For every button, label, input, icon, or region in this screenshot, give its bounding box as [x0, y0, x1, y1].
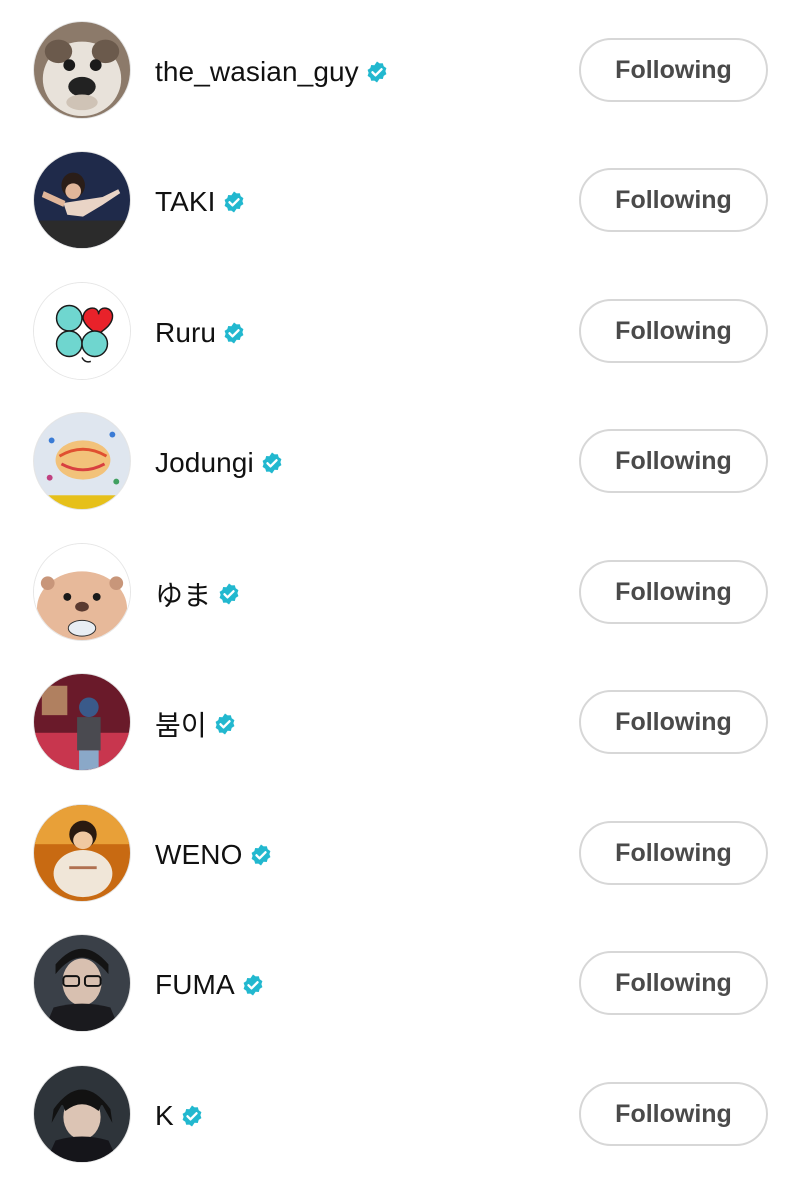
- avatar[interactable]: [33, 1065, 131, 1163]
- list-item[interactable]: TAKI Following: [0, 140, 801, 260]
- toddler-avatar-image: [34, 805, 130, 901]
- avatar[interactable]: [33, 412, 131, 510]
- avatar[interactable]: [33, 673, 131, 771]
- verified-badge-icon: [222, 321, 246, 345]
- avatar[interactable]: [33, 934, 131, 1032]
- glasses-avatar-image: [34, 935, 130, 1031]
- list-item[interactable]: WENO Following: [0, 793, 801, 913]
- list-item[interactable]: the_wasian_guy Following: [0, 10, 801, 130]
- dog-avatar-image: [34, 22, 130, 118]
- avatar[interactable]: [33, 21, 131, 119]
- clover-avatar-image: [34, 283, 130, 379]
- verified-badge-icon: [222, 190, 246, 214]
- following-button[interactable]: Following: [579, 38, 768, 102]
- avatar[interactable]: [33, 282, 131, 380]
- verified-badge-icon: [249, 843, 273, 867]
- list-item[interactable]: K Following: [0, 1054, 801, 1174]
- following-button[interactable]: Following: [579, 1082, 768, 1146]
- verified-badge-icon: [365, 60, 389, 84]
- verified-badge-icon: [180, 1104, 204, 1128]
- stage-avatar-image: [34, 674, 130, 770]
- list-item[interactable]: ゆま Following: [0, 532, 801, 652]
- drawing-avatar-image: [34, 413, 130, 509]
- username[interactable]: WENO: [155, 839, 243, 871]
- following-button[interactable]: Following: [579, 560, 768, 624]
- following-button[interactable]: Following: [579, 429, 768, 493]
- following-button[interactable]: Following: [579, 821, 768, 885]
- dancer-avatar-image: [34, 152, 130, 248]
- following-button[interactable]: Following: [579, 168, 768, 232]
- following-button[interactable]: Following: [579, 690, 768, 754]
- avatar[interactable]: [33, 804, 131, 902]
- avatar[interactable]: [33, 151, 131, 249]
- username[interactable]: ゆま: [155, 574, 211, 614]
- username[interactable]: TAKI: [155, 186, 216, 218]
- verified-badge-icon: [260, 451, 284, 475]
- following-button[interactable]: Following: [579, 299, 768, 363]
- avatar[interactable]: [33, 543, 131, 641]
- list-item[interactable]: 붐이 Following: [0, 662, 801, 782]
- username[interactable]: 붐이: [155, 704, 207, 744]
- list-item[interactable]: Ruru Following: [0, 271, 801, 391]
- verified-badge-icon: [213, 712, 237, 736]
- username[interactable]: FUMA: [155, 969, 235, 1001]
- verified-badge-icon: [241, 973, 265, 997]
- username[interactable]: Jodungi: [155, 447, 254, 479]
- otter-avatar-image: [34, 544, 130, 640]
- list-item[interactable]: FUMA Following: [0, 923, 801, 1043]
- username[interactable]: the_wasian_guy: [155, 56, 359, 88]
- portrait-avatar-image: [34, 1066, 130, 1162]
- username[interactable]: Ruru: [155, 317, 216, 349]
- list-item[interactable]: Jodungi Following: [0, 401, 801, 521]
- following-list: the_wasian_guy Following TAKI Following …: [0, 0, 801, 1199]
- verified-badge-icon: [217, 582, 241, 606]
- following-button[interactable]: Following: [579, 951, 768, 1015]
- username[interactable]: K: [155, 1100, 174, 1132]
